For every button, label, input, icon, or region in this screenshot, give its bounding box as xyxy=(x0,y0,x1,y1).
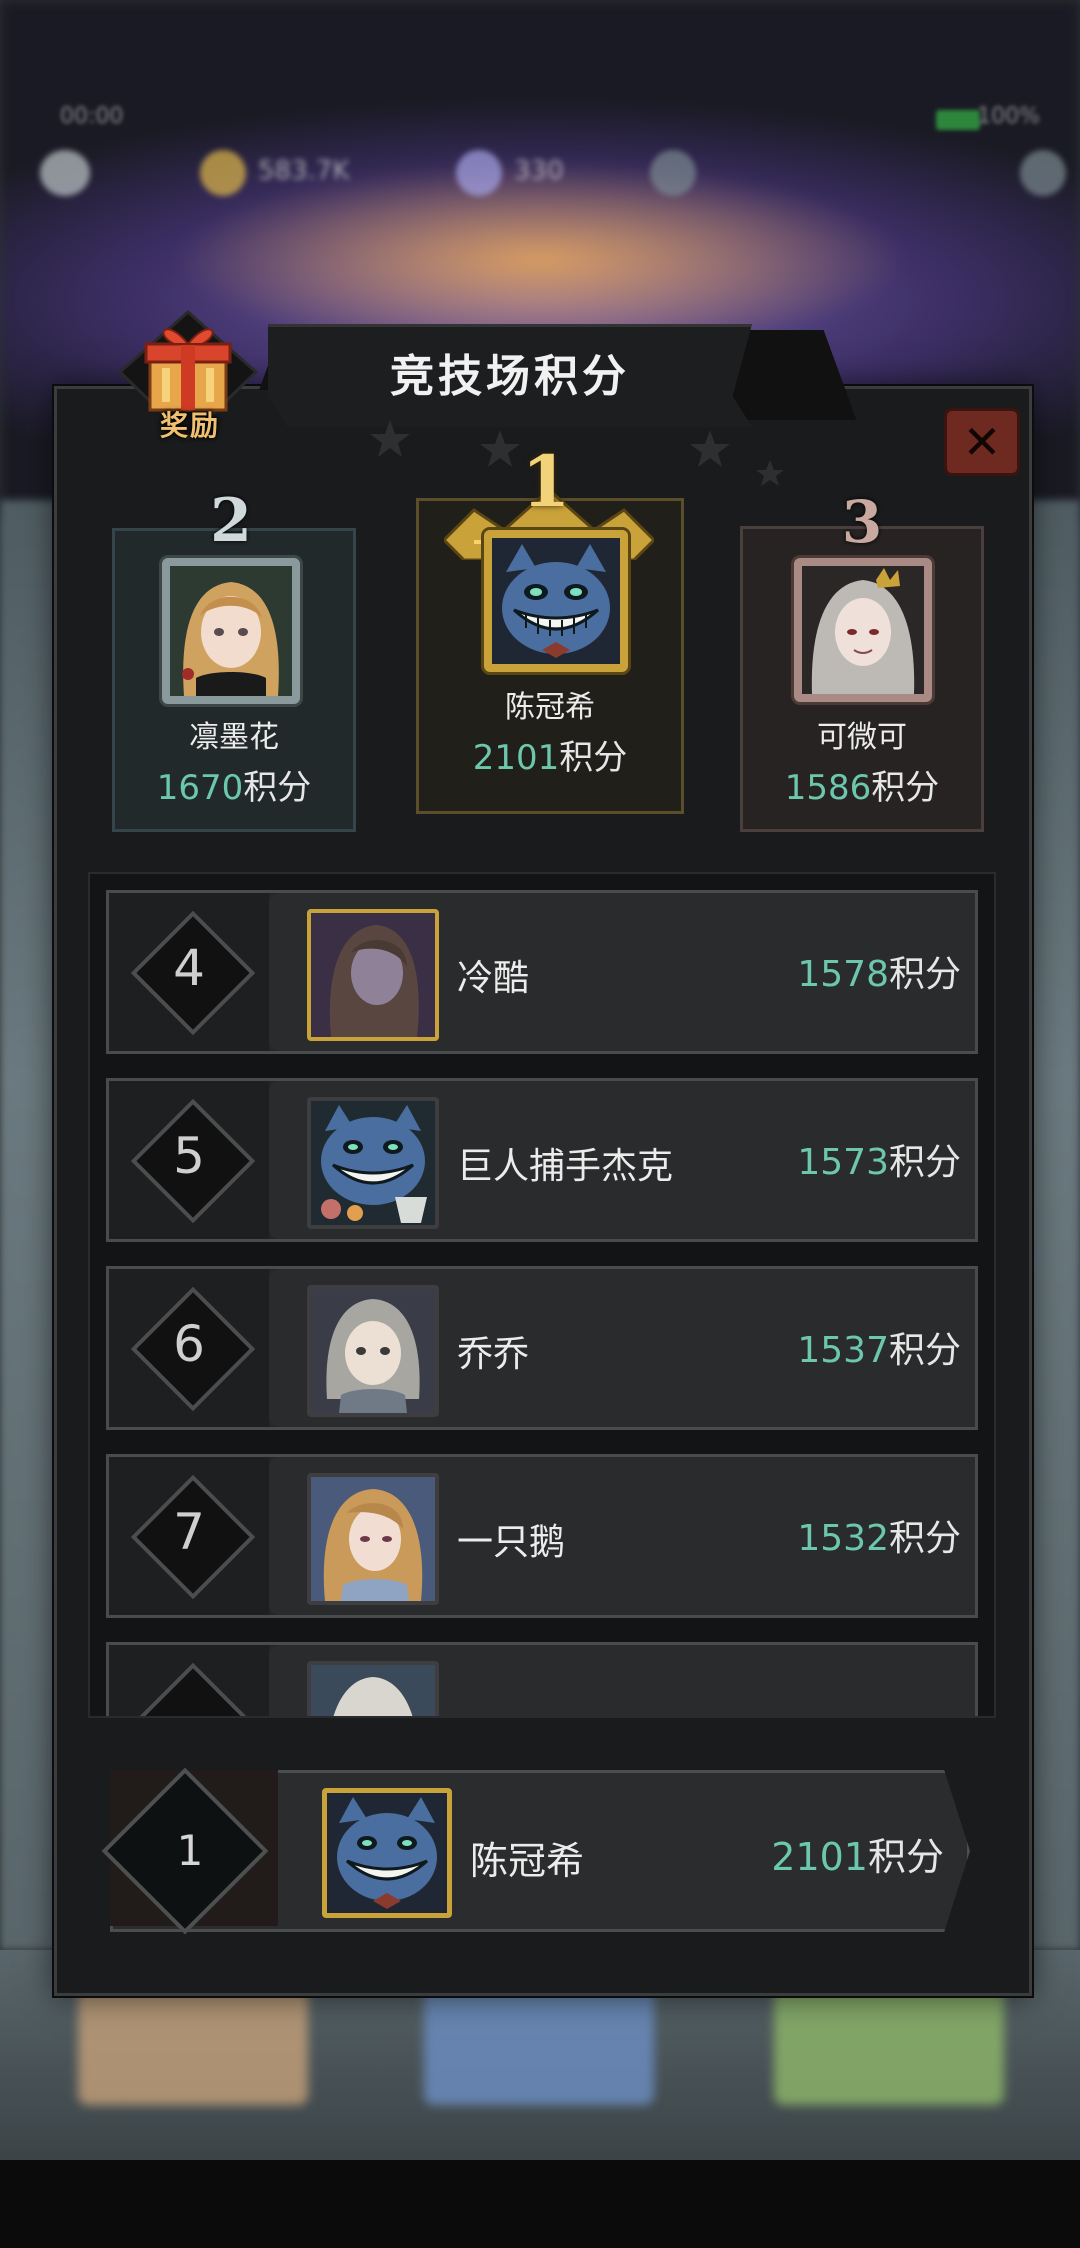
list-item[interactable]: 6 乔乔 1537积分 xyxy=(106,1266,978,1430)
list-item[interactable]: 7 一只鹅 1532积分 xyxy=(106,1454,978,1618)
blue-cat-portrait-icon xyxy=(311,1101,435,1225)
my-score: 2101积分 xyxy=(771,1826,944,1881)
ranking-list[interactable]: 4 冷酷 1578积分 5 巨人捕手杰克 1573积分 6 乔乔 1537积分 … xyxy=(88,872,996,1718)
score-value: 1573 xyxy=(797,1142,889,1183)
podium-score-2: 1670积分 xyxy=(112,760,356,809)
my-name: 陈冠希 xyxy=(470,1839,585,1883)
avatar xyxy=(307,1097,439,1229)
list-item[interactable]: 4 冷酷 1578积分 xyxy=(106,890,978,1054)
menu-icon xyxy=(1020,150,1066,196)
podium-name-2: 凛墨花 xyxy=(189,720,279,755)
list-item[interactable]: 5 巨人捕手杰克 1573积分 xyxy=(106,1078,978,1242)
player-score: 1573积分 xyxy=(797,1133,961,1185)
blue-cat-portrait-icon xyxy=(327,1793,447,1913)
white-hair-portrait-icon xyxy=(311,1665,435,1716)
podium-name-1: 陈冠希 xyxy=(505,690,595,725)
top-resource-bar: 583.7K 330 xyxy=(0,140,1080,200)
bg-tab-1 xyxy=(78,1985,308,2105)
my-score-value: 2101 xyxy=(771,1835,868,1879)
rank-3-badge: 3 xyxy=(841,488,883,556)
back-icon xyxy=(40,150,90,196)
score-suffix: 积分 xyxy=(871,768,940,808)
settings-icon xyxy=(650,150,696,196)
score-value: 1578 xyxy=(797,954,889,995)
score-value: 1532 xyxy=(797,1518,889,1559)
player-name: 乔乔 xyxy=(457,1334,530,1375)
avatar xyxy=(307,909,439,1041)
blue-cat-portrait-icon xyxy=(492,538,620,664)
avatar xyxy=(307,1285,439,1417)
avatar xyxy=(307,1473,439,1605)
score-value: 1537 xyxy=(797,1330,889,1371)
podium-name-3: 可微可 xyxy=(817,720,907,755)
blonde-lady-portrait-icon xyxy=(311,1477,435,1601)
my-avatar xyxy=(322,1788,452,1918)
rank-1-badge: 1 xyxy=(521,440,571,523)
podium-score-1: 2101积分 xyxy=(416,730,684,779)
avatar xyxy=(307,1661,439,1716)
player-score: 1537积分 xyxy=(797,1321,961,1373)
list-item-partial[interactable] xyxy=(106,1642,978,1716)
gold-amount: 583.7K xyxy=(258,156,350,186)
player-name: 巨人捕手杰克 xyxy=(457,1146,674,1187)
player-score: 1532积分 xyxy=(797,1509,961,1561)
rank-number: 4 xyxy=(173,939,205,997)
podium-score-2-value: 1670 xyxy=(156,768,244,808)
bottom-edge xyxy=(0,2160,1080,2248)
podium-score-3-value: 1586 xyxy=(784,768,872,808)
gold-coin-icon xyxy=(200,150,246,196)
battery-text: 100% xyxy=(977,104,1040,129)
score-suffix: 积分 xyxy=(888,1142,961,1183)
silver-hair-queen-portrait-icon xyxy=(802,566,924,694)
close-icon: ✕ xyxy=(962,415,1002,469)
rank-2-badge: 2 xyxy=(210,486,252,556)
battery-icon xyxy=(936,110,980,130)
my-rank-number: 1 xyxy=(176,1826,204,1875)
star-decoration xyxy=(370,420,784,486)
rank-number: 7 xyxy=(173,1503,205,1561)
bg-tab-3 xyxy=(774,1985,1004,2105)
score-suffix: 积分 xyxy=(243,768,312,808)
score-suffix: 积分 xyxy=(559,738,628,778)
rank-number: 5 xyxy=(173,1127,205,1185)
bg-tab-2 xyxy=(424,1985,654,2105)
gem-amount: 330 xyxy=(514,156,564,186)
player-name: 一只鹅 xyxy=(457,1522,566,1563)
avatar-rank-2 xyxy=(162,558,300,704)
status-time: 00:00 xyxy=(60,104,124,129)
blonde-girl-portrait-icon xyxy=(170,566,292,696)
player-name: 冷酷 xyxy=(457,958,530,999)
grey-hair-girl-portrait-icon xyxy=(311,1289,435,1413)
status-bar: 00:00 100% xyxy=(0,100,1080,140)
score-suffix: 积分 xyxy=(888,954,961,995)
dark-hair-portrait-icon xyxy=(311,913,435,1037)
score-suffix: 积分 xyxy=(888,1518,961,1559)
rank-number: 6 xyxy=(173,1315,205,1373)
score-suffix: 积分 xyxy=(888,1330,961,1371)
page-title: 竞技场积分 xyxy=(390,351,630,402)
score-suffix: 积分 xyxy=(867,1835,944,1879)
avatar-rank-1 xyxy=(484,530,628,672)
podium-score-1-value: 2101 xyxy=(472,738,560,778)
gem-icon xyxy=(456,150,502,196)
reward-label: 奖励 xyxy=(159,409,220,442)
player-score: 1578积分 xyxy=(797,945,961,997)
close-button[interactable]: ✕ xyxy=(944,408,1020,476)
podium-score-3: 1586积分 xyxy=(740,760,984,809)
avatar-rank-3 xyxy=(794,558,932,702)
